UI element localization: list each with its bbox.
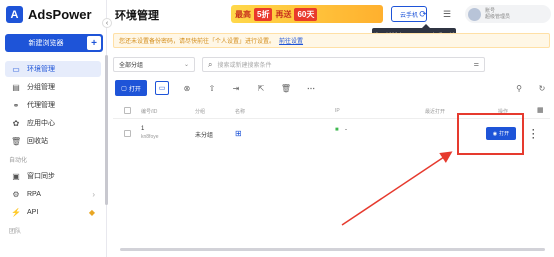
sidebar-item-label: 代理管理 — [27, 102, 55, 109]
column-settings-icon[interactable]: ▦ — [537, 106, 544, 114]
row-open-label: 打开 — [499, 131, 510, 137]
app-logo[interactable]: A AdsPower — [6, 6, 92, 23]
delete-icon[interactable]: 🗑 — [280, 82, 292, 94]
trash-icon: 🗑 — [11, 136, 22, 146]
vip-badge-icon: ◆ — [88, 207, 95, 217]
sidebar-item-api[interactable]: ⚡ API ◆ — [5, 204, 101, 220]
group-select-value: 全部分组 — [119, 63, 144, 69]
plus-icon[interactable]: + — [87, 36, 101, 50]
app-name: AdsPower — [28, 7, 92, 22]
logo-icon: A — [6, 6, 23, 23]
sidebar-item-label: 应用中心 — [27, 120, 55, 127]
refresh-icon[interactable]: ↻ — [536, 82, 548, 94]
sync-window-icon: ▣ — [12, 171, 20, 181]
search-input[interactable]: ⌕ 搜索或新建搜索条件 ⚌ — [202, 57, 485, 72]
sidebar-item-label: 分组管理 — [27, 84, 55, 91]
row-more-icon[interactable]: · · · — [532, 126, 535, 143]
sidebar-item-label: 环境管理 — [27, 66, 55, 73]
col-ip: IP — [335, 108, 340, 114]
apps-icon: ✿ — [12, 118, 20, 128]
filter-icon[interactable]: ⚌ — [474, 61, 479, 68]
col-name: 名称 — [235, 109, 246, 115]
promo-text: 最高 — [235, 9, 251, 19]
folder-icon: ▤ — [12, 82, 20, 92]
chevron-right-icon: › — [92, 189, 95, 199]
search-icon: ⌕ — [208, 59, 213, 69]
sidebar-item-sync[interactable]: ▣ 窗口同步 — [5, 168, 101, 184]
chrome-icon: ◉ — [492, 130, 498, 137]
windows-icon: ⊞ — [235, 129, 242, 138]
open-icon: ▢ — [121, 85, 127, 92]
sidebar-nav: ▭ 环境管理 ▤ 分组管理 ⚭ 代理管理 ✿ 应用中心 🗑 回收站 自动化 ▣ … — [5, 61, 101, 239]
select-all-checkbox[interactable] — [124, 107, 131, 114]
row-open-button[interactable]: ◉ 打开 — [486, 127, 516, 140]
rpa-robot-icon: ⚙ — [12, 189, 20, 199]
notice-link[interactable]: 前往设置 — [279, 36, 303, 45]
open-button[interactable]: ▢ 打开 — [115, 80, 147, 96]
open-label: 打开 — [128, 86, 141, 93]
group-select[interactable]: 全部分组 ⌄ — [113, 57, 195, 72]
sidebar-item-proxies[interactable]: ⚭ 代理管理 — [5, 97, 101, 113]
row-number: 1 — [141, 126, 145, 132]
sidebar-item-label: 回收站 — [27, 138, 48, 145]
table-scrollbar[interactable] — [120, 248, 545, 251]
import-icon[interactable]: ⇥ — [230, 82, 242, 94]
sidebar-item-rpa[interactable]: ⚙ RPA › — [5, 186, 101, 202]
export-icon[interactable]: ⇱ — [255, 82, 267, 94]
chevron-down-icon: ⌄ — [183, 62, 189, 68]
page-title: 环境管理 — [115, 10, 159, 22]
avatar — [468, 7, 481, 21]
close-icon[interactable]: ⊗ — [181, 82, 193, 94]
user-menu[interactable]: 账号 超级管理员 — [465, 5, 551, 23]
promo-discount: 5折 — [254, 7, 273, 21]
section-automation: 自动化 — [9, 158, 28, 164]
user-info: 账号 超级管理员 — [485, 8, 510, 20]
new-browser-button[interactable]: 新建浏览器 + — [5, 34, 103, 52]
update-icon[interactable]: ⟳ — [417, 8, 429, 20]
row-checkbox[interactable] — [124, 130, 131, 137]
col-number: 编号/ID — [141, 109, 158, 115]
sidebar-item-label: 窗口同步 — [27, 173, 55, 180]
promo-text: 再送 — [275, 9, 292, 19]
api-icon: ⚡ — [11, 207, 21, 217]
sidebar-item-trash[interactable]: 🗑 回收站 — [5, 133, 101, 149]
sidebar-item-apps[interactable]: ✿ 应用中心 — [5, 115, 101, 131]
more-icon[interactable]: ⋯ — [305, 82, 317, 94]
pin-icon[interactable]: ⚲ — [513, 82, 525, 94]
sidebar-item-label: API — [27, 208, 39, 216]
promo-days: 60天 — [294, 7, 318, 21]
section-team: 团队 — [9, 229, 22, 235]
upload-icon[interactable]: ⇧ — [206, 82, 218, 94]
notice-text: 您还未设置备份密码，请尽快前往「个人设置」进行设置。 — [119, 39, 276, 45]
proxy-icon: ⚭ — [12, 100, 20, 110]
user-role: 超级管理员 — [485, 14, 511, 20]
sidebar-item-profiles[interactable]: ▭ 环境管理 — [5, 61, 101, 77]
col-last-open: 最近打开 — [425, 109, 446, 115]
ip-status-icon: ■ — [335, 127, 339, 133]
search-placeholder: 搜索或新建搜索条件 — [217, 63, 272, 69]
row-ip: - — [345, 127, 347, 133]
backup-notice: 您还未设置备份密码，请尽快前往「个人设置」进行设置。 前往设置 — [113, 33, 550, 48]
sidebar: A AdsPower 新建浏览器 + ▭ 环境管理 ▤ 分组管理 ⚭ 代理管理 … — [0, 0, 108, 257]
row-group: 未分组 — [195, 133, 214, 139]
new-browser-label: 新建浏览器 — [28, 40, 64, 47]
col-group: 分组 — [195, 109, 206, 115]
toolbar: ▢ 打开 ▭ ⊗ ⇧ ⇥ ⇱ 🗑 ⋯ ⚲ ↻ — [113, 78, 550, 98]
sidebar-item-groups[interactable]: ▤ 分组管理 — [5, 79, 101, 95]
promo-banner[interactable]: 最高 5折 再送 60天 — [231, 5, 383, 23]
batch-icon[interactable]: ▭ — [155, 81, 169, 95]
task-list-icon[interactable]: ☰ — [441, 8, 453, 20]
sidebar-item-label: RPA — [27, 190, 41, 198]
browser-window-icon: ▭ — [12, 64, 20, 74]
row-id: kn8foye — [141, 134, 159, 140]
